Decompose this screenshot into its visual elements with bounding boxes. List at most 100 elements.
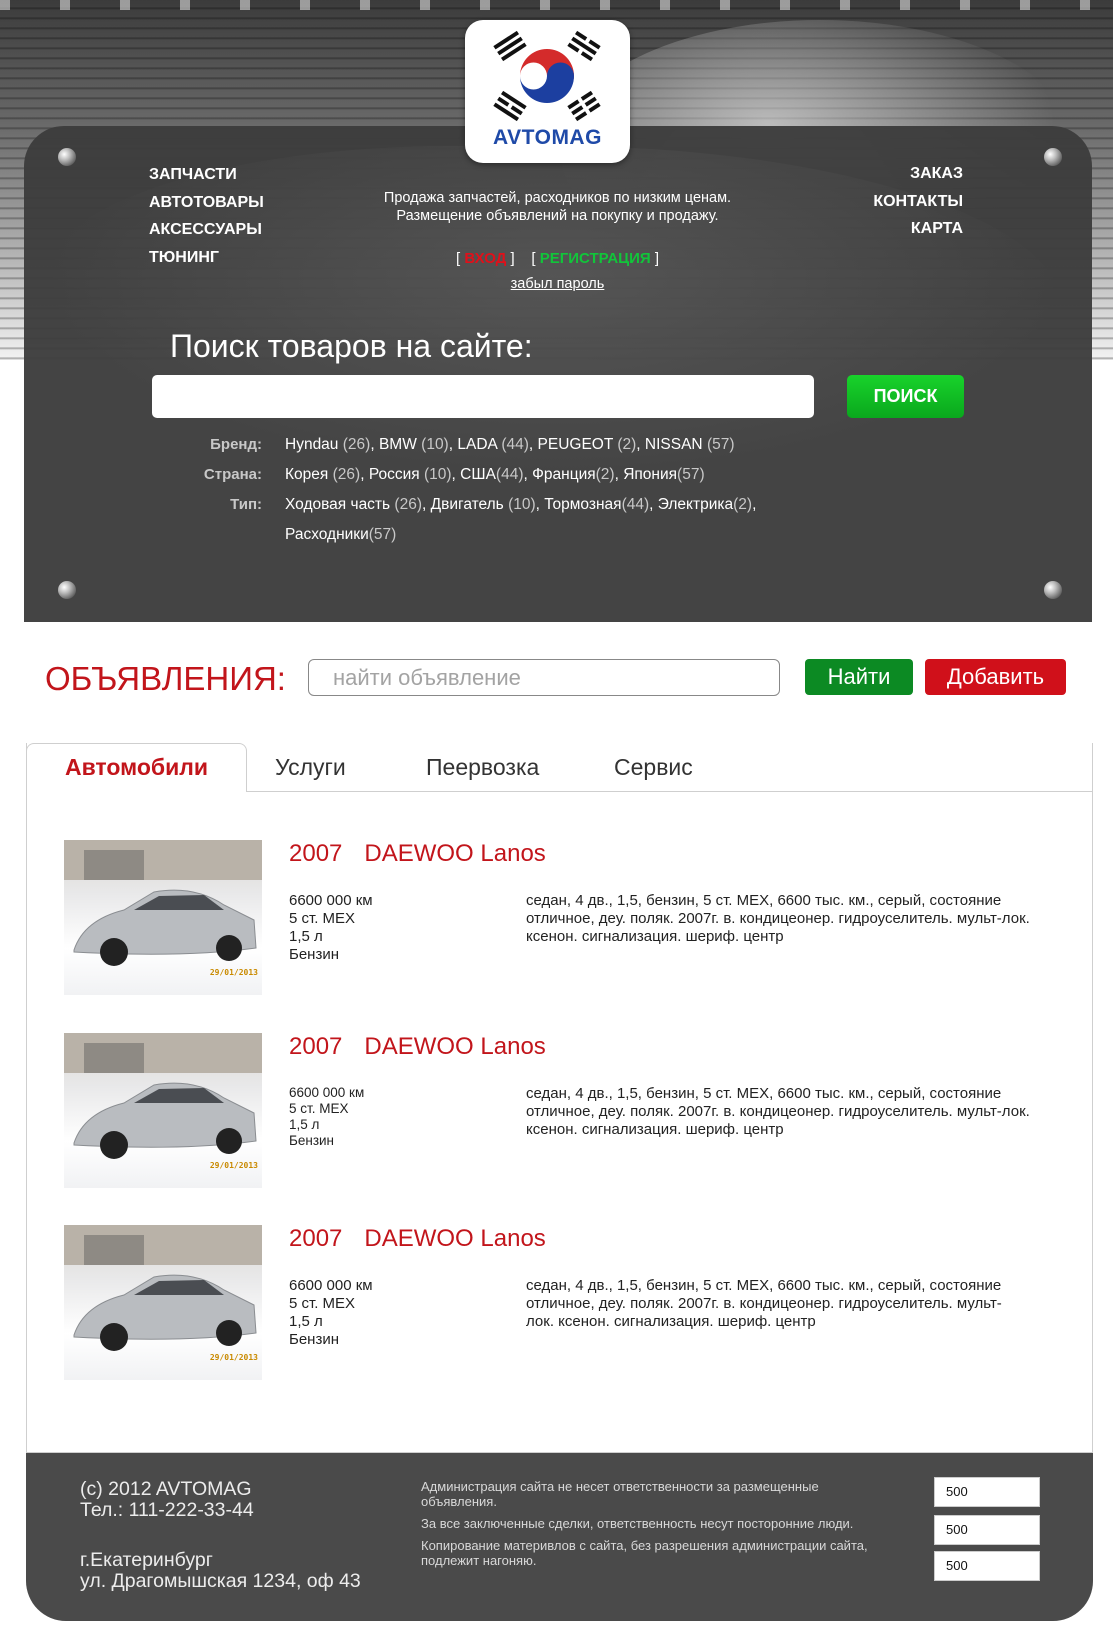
filter-link[interactable]: Двигатель: [431, 496, 504, 513]
rivet-icon: [58, 148, 76, 166]
disclaimer-line: Копирование материвлов с сайта, без разр…: [421, 1538, 868, 1568]
ads-title: ОБЪЯВЛЕНИЯ:: [45, 660, 286, 697]
filter-link[interactable]: Электрика: [658, 496, 733, 513]
spec-gearbox: 5 ст. МЕХ: [289, 1295, 356, 1312]
filter-link[interactable]: Hyndau: [285, 436, 338, 453]
nav-right: ЗАКАЗ КОНТАКТЫ КАРТА: [873, 163, 963, 246]
listing-photo[interactable]: 29/01/2013: [64, 840, 262, 995]
nav-item-accessories[interactable]: АКСЕССУАРЫ: [149, 219, 264, 247]
listing-title[interactable]: 2007 DAEWOO Lanos: [289, 1225, 546, 1253]
filter-count: (2): [595, 466, 615, 483]
tagline-line: Продажа запчастей, расходников по низким…: [383, 190, 732, 206]
footer-copyright: (c) 2012 AVTOMAG Тел.: 111-222-33-44: [80, 1479, 254, 1521]
filter-link[interactable]: BMW: [379, 436, 417, 453]
filter-link[interactable]: Ходовая часть: [285, 496, 390, 513]
hero-top-bars: [0, 0, 1113, 10]
listing-photo[interactable]: 29/01/2013: [64, 1033, 262, 1188]
filter-count: (44): [495, 466, 524, 483]
ads-add-button[interactable]: Добавить: [925, 659, 1066, 695]
site-search-button[interactable]: ПОИСК: [847, 375, 964, 418]
nav-item-contacts[interactable]: КОНТАКТЫ: [873, 191, 963, 219]
bracket: ]: [650, 250, 660, 267]
listing-item[interactable]: 29/01/2013 2007 DAEWOO Lanos 6600 000 км …: [26, 1225, 1093, 1385]
footer: (c) 2012 AVTOMAG Тел.: 111-222-33-44 г.Е…: [26, 1453, 1093, 1621]
filter-label-brand: Бренд:: [210, 436, 262, 453]
ads-find-button[interactable]: Найти: [805, 659, 913, 695]
spec-engine: 1,5 л: [289, 1313, 323, 1330]
filter-link[interactable]: NISSAN: [645, 436, 703, 453]
filter-link[interactable]: Корея: [285, 466, 328, 483]
filter-count: (26): [332, 466, 361, 483]
filter-values-brand: Hyndau (26), BMW (10), LADA (44), PEUGEO…: [285, 436, 735, 453]
footer-counter-box[interactable]: 500: [934, 1477, 1040, 1507]
forgot-password-link[interactable]: забыл пароль: [330, 276, 785, 292]
listing-specs: 6600 000 км 5 ст. МЕХ 1,5 л Бензин: [289, 892, 373, 964]
filter-link[interactable]: Расходники: [285, 526, 369, 543]
listing-specs: 6600 000 км 5 ст. МЕХ 1,5 л Бензин: [289, 1277, 373, 1349]
filter-count: (2): [617, 436, 637, 453]
listing-title[interactable]: 2007 DAEWOO Lanos: [289, 840, 546, 868]
footer-counter-box[interactable]: 500: [934, 1551, 1040, 1581]
tab-services[interactable]: Услуги: [275, 743, 346, 792]
filter-link[interactable]: Япония: [623, 466, 677, 483]
spec-mileage: 6600 000 км: [289, 1085, 365, 1100]
filter-count: (26): [342, 436, 371, 453]
listing-model: DAEWOO Lanos: [364, 1033, 546, 1060]
copyright-text: (c) 2012 AVTOMAG: [80, 1478, 252, 1500]
filter-values-type: Ходовая часть (26), Двигатель (10), Торм…: [285, 496, 757, 543]
filter-link[interactable]: Тормозная: [544, 496, 621, 513]
rivet-icon: [58, 581, 76, 599]
filter-link[interactable]: PEUGEOT: [538, 436, 614, 453]
tab-service[interactable]: Сервис: [614, 743, 693, 792]
bracket: ]: [506, 250, 515, 267]
spec-fuel: Бензин: [289, 946, 340, 963]
listing-model: DAEWOO Lanos: [364, 1225, 546, 1252]
site-logo[interactable]: AVTOMAG: [465, 20, 630, 163]
filter-values-country: Корея (26), Россия (10), США(44), Франци…: [285, 466, 705, 483]
nav-item-autogoods[interactable]: АВТОТОВАРЫ: [149, 192, 264, 220]
filter-count: (2): [733, 496, 753, 513]
nav-item-order[interactable]: ЗАКАЗ: [873, 163, 963, 191]
rivet-icon: [1044, 148, 1062, 166]
footer-address: г.Екатеринбург ул. Драгомышская 1234, оф…: [80, 1550, 361, 1592]
spec-fuel: Бензин: [289, 1133, 335, 1148]
site-search-title: Поиск товаров на сайте:: [170, 328, 533, 364]
photo-date-stamp: 29/01/2013: [209, 968, 258, 977]
footer-counter-box[interactable]: 500: [934, 1515, 1040, 1545]
filter-link[interactable]: LADA: [457, 436, 497, 453]
filter-count: (10): [508, 496, 536, 513]
listing-item[interactable]: 29/01/2013 2007 DAEWOO Lanos 6600 000 км …: [26, 1033, 1093, 1193]
ads-search-input[interactable]: [308, 659, 780, 696]
register-link[interactable]: РЕГИСТРАЦИЯ: [540, 250, 651, 267]
listing-photo[interactable]: 29/01/2013: [64, 1225, 262, 1380]
site-search-input[interactable]: [152, 375, 814, 418]
filter-count: (44): [501, 436, 529, 453]
listing-year: 2007: [289, 1033, 343, 1060]
filter-link[interactable]: Россия: [369, 466, 420, 483]
tagline-line: Размещение объявлений на покупку и прода…: [396, 208, 719, 224]
filter-link[interactable]: Франция: [532, 466, 596, 483]
listing-year: 2007: [289, 840, 343, 867]
spec-gearbox: 5 ст. МЕХ: [289, 1101, 349, 1116]
filter-count: (10): [423, 466, 452, 483]
desc-line: отличное, деу. поляк. 2007г. в. кондицео…: [526, 1295, 1002, 1312]
filter-count: (44): [621, 496, 650, 513]
listing-description: седан, 4 дв., 1,5, бензин, 5 ст. МЕХ, 66…: [526, 892, 1071, 946]
nav-item-tuning[interactable]: ТЮНИНГ: [149, 247, 264, 275]
nav-item-map[interactable]: КАРТА: [873, 218, 963, 246]
listing-title[interactable]: 2007 DAEWOO Lanos: [289, 1033, 546, 1061]
filter-label-type: Тип:: [230, 496, 262, 513]
nav-left: ЗАПЧАСТИ АВТОТОВАРЫ АКСЕССУАРЫ ТЮНИНГ: [149, 164, 264, 274]
tagline: Продажа запчастей, расходников по низким…: [330, 189, 785, 225]
street-text: ул. Драгомышская 1234, оф 43: [80, 1570, 361, 1592]
desc-line: отличное, деу. поляк. 2007г. в. кондицео…: [526, 910, 1030, 927]
tab-transport[interactable]: Пеервозка: [426, 743, 539, 792]
listing-item[interactable]: 29/01/2013 2007 DAEWOO Lanos 6600 000 км …: [26, 840, 1093, 1000]
nav-item-parts[interactable]: ЗАПЧАСТИ: [149, 164, 264, 192]
tab-cars[interactable]: Автомобили: [26, 743, 247, 792]
filter-link[interactable]: США: [460, 466, 496, 483]
bracket: [: [531, 250, 540, 267]
login-link[interactable]: ВХОД: [464, 250, 506, 267]
listing-specs: 6600 000 км 5 ст. МЕХ 1,5 л Бензин: [289, 1085, 364, 1149]
desc-line: лок. ксенон. сигнализация. шериф. центр: [526, 1313, 816, 1330]
